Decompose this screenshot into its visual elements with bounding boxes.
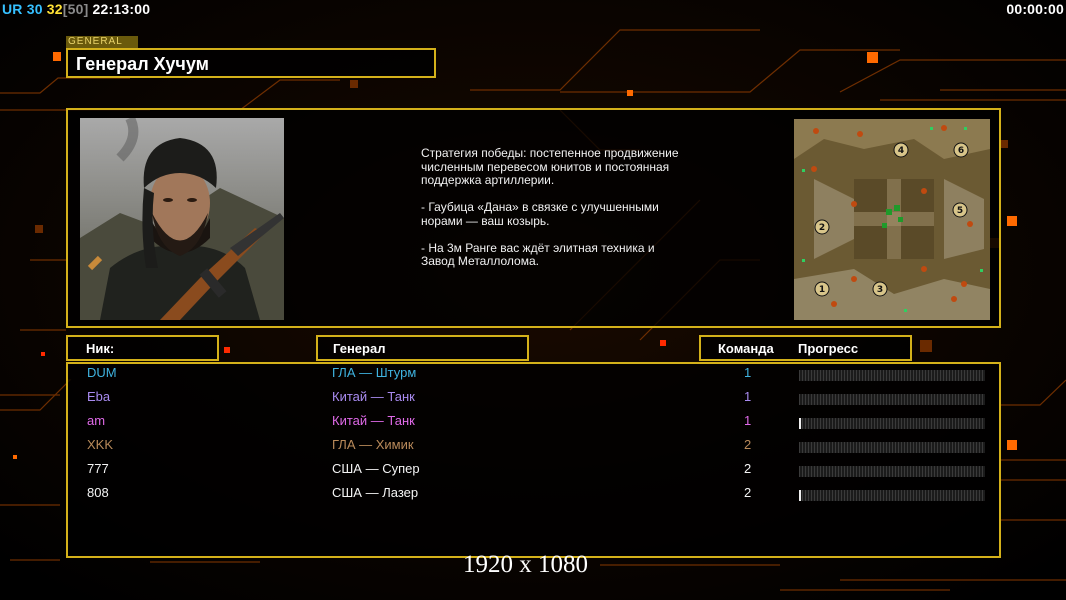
player-general: США — Лазер — [332, 485, 419, 500]
loading-progress-bar — [799, 370, 985, 381]
header-general-panel: Генерал — [316, 335, 529, 361]
hud-segment: [50] — [62, 1, 89, 17]
player-general: США — Супер — [332, 461, 420, 476]
player-general: ГЛА — Штурм — [332, 365, 417, 380]
player-nick: 808 — [87, 485, 109, 500]
map-preview: 1 2 3 4 5 6 — [794, 119, 990, 320]
player-nick: am — [87, 413, 106, 428]
start-position-label: 4 — [898, 146, 904, 156]
player-general: Китай — Танк — [332, 413, 415, 428]
general-title-panel: Генерал Хучум — [66, 48, 436, 78]
game-timer: 00:00:00 — [1006, 1, 1064, 17]
player-row: 808 США — Лазер 2 — [0, 485, 1066, 509]
player-nick: Eba — [87, 389, 111, 404]
player-general: ГЛА — Химик — [332, 437, 414, 452]
player-nick: 777 — [87, 461, 109, 476]
hud-segment: 30 — [22, 1, 43, 17]
player-row: XKK ГЛА — Химик 2 — [0, 437, 1066, 461]
header-nick: Ник: — [86, 341, 115, 356]
resolution-label: 1920 x 1080 — [463, 551, 588, 578]
header-progress: Прогресс — [798, 341, 859, 356]
general-description: Стратегия победы: постепенное продвижени… — [421, 146, 681, 282]
loading-progress-fill — [799, 490, 802, 501]
player-team: 2 — [744, 461, 752, 476]
header-team: Команда — [718, 341, 774, 356]
hud-segment: 32 — [42, 1, 63, 17]
player-row: 777 США — Супер 2 — [0, 461, 1066, 485]
description-strategy: Стратегия победы: постепенное продвижени… — [421, 146, 679, 187]
hud-segment: UR — [2, 1, 23, 17]
start-position-label: 2 — [819, 223, 825, 233]
general-name: Генерал Хучум — [76, 54, 209, 74]
loading-progress-bar — [799, 442, 985, 453]
start-position-label: 6 — [958, 146, 964, 156]
player-row: Eba Китай — Танк 1 — [0, 389, 1066, 413]
player-row: DUM ГЛА — Штурм 1 — [0, 365, 1066, 389]
general-portrait — [80, 118, 284, 320]
player-nick: DUM — [87, 365, 117, 380]
start-position-label: 3 — [877, 285, 883, 295]
hud-stats: UR 30 32[50] 22:13:00 — [2, 1, 150, 17]
header-general: Генерал — [333, 341, 386, 356]
player-team: 2 — [744, 437, 752, 452]
start-position-label: 5 — [957, 206, 963, 216]
loading-progress-fill — [799, 418, 802, 429]
loading-progress-bar — [799, 418, 985, 429]
description-tip-rank3: - На 3м Ранге вас ждёт элитная техника и… — [421, 240, 655, 268]
player-team: 1 — [744, 413, 752, 428]
player-team: 1 — [744, 389, 752, 404]
start-position-label: 1 — [819, 285, 825, 295]
player-general: Китай — Танк — [332, 389, 415, 404]
player-nick: XKK — [87, 437, 114, 452]
description-tip-howitzer: - Гаубица «Дана» в связке с улучшенными … — [421, 200, 659, 228]
general-tag: GENERAL — [66, 36, 138, 48]
player-team: 1 — [744, 365, 752, 380]
loading-progress-bar — [799, 466, 985, 477]
header-team-progress-panel: Команда Прогресс — [699, 335, 912, 361]
hud-segment: 22:13:00 — [88, 1, 151, 17]
player-team: 2 — [744, 485, 752, 500]
loading-progress-bar — [799, 490, 985, 501]
header-nick-panel: Ник: — [66, 335, 219, 361]
loading-progress-bar — [799, 394, 985, 405]
player-row: am Китай — Танк 1 — [0, 413, 1066, 437]
